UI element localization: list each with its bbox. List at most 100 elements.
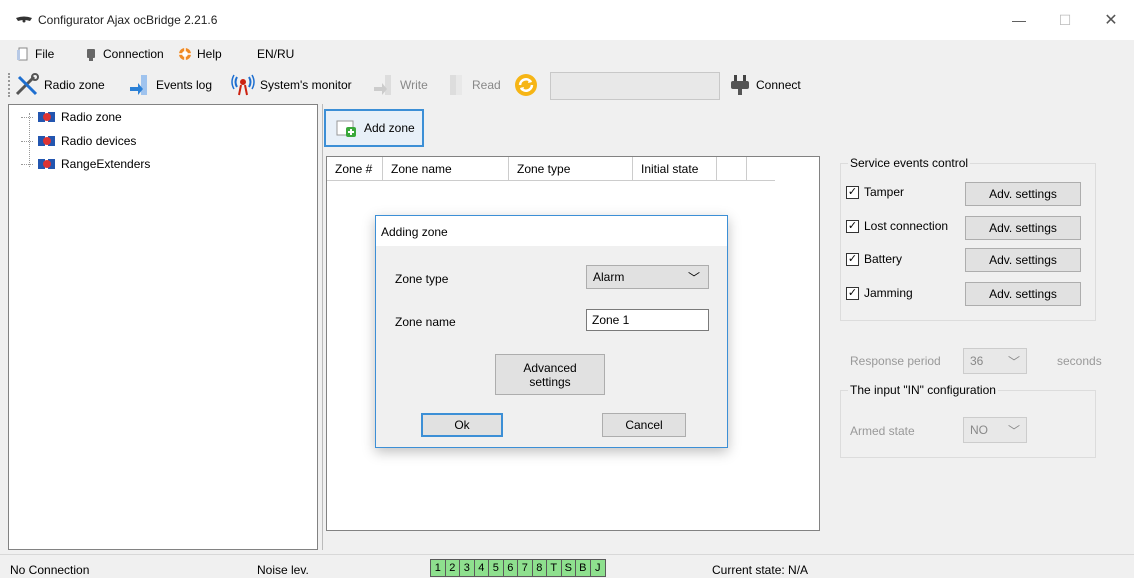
checkbox-label: Lost connection bbox=[864, 219, 949, 233]
channel-indicator: B bbox=[576, 560, 591, 576]
port-field[interactable] bbox=[550, 72, 720, 100]
lost-connection-adv-settings-button[interactable]: Adv. settings bbox=[965, 216, 1081, 240]
channel-indicator: 5 bbox=[489, 560, 504, 576]
current-state: Current state: N/A bbox=[712, 563, 809, 577]
menu-connection[interactable]: Connection bbox=[84, 44, 164, 64]
response-period-label: Response period bbox=[850, 354, 941, 368]
checkbox-checked-icon: ✓ bbox=[846, 185, 859, 199]
radio-zone-button[interactable]: Radio zone bbox=[14, 73, 105, 97]
lost-connection-checkbox[interactable]: ✓ Lost connection bbox=[846, 215, 948, 237]
window-title: Configurator Ajax ocBridge 2.21.6 bbox=[38, 13, 218, 27]
connection-status: No Connection bbox=[10, 563, 90, 577]
channel-indicator: 8 bbox=[533, 560, 547, 576]
response-period-value: 36 bbox=[970, 354, 984, 368]
channel-indicator: J bbox=[595, 562, 601, 574]
checkbox-label: Jamming bbox=[864, 286, 913, 300]
close-button[interactable]: ✕ bbox=[1088, 0, 1134, 40]
chevron-down-icon: ﹀ bbox=[1007, 423, 1020, 438]
toolbar: Radio zone Events log System's monitor W… bbox=[0, 67, 1134, 103]
navigation-tree: Radio zone Radio devices RangeExtenders bbox=[8, 104, 318, 550]
write-button[interactable]: Write bbox=[372, 73, 428, 97]
connect-label: Connect bbox=[756, 78, 801, 92]
menu-help[interactable]: Help bbox=[178, 44, 222, 64]
input-in-legend: The input "IN" configuration bbox=[848, 383, 998, 397]
channel-indicator: 3 bbox=[460, 560, 475, 576]
column-zone-number[interactable]: Zone # bbox=[327, 157, 383, 181]
adding-zone-dialog: Adding zone Zone type Alarm ﹀ Zone name … bbox=[375, 215, 728, 448]
toolbar-grip[interactable] bbox=[8, 73, 10, 97]
channel-indicator: T bbox=[547, 560, 562, 576]
advanced-settings-label-line1: Advanced bbox=[523, 360, 577, 375]
radio-zone-label: Radio zone bbox=[44, 78, 105, 92]
checkbox-label: Battery bbox=[864, 252, 903, 266]
zone-type-value: Alarm bbox=[593, 270, 625, 284]
tree-item-radio-zone[interactable]: Radio zone bbox=[21, 108, 122, 126]
refresh-button[interactable] bbox=[514, 73, 538, 97]
tree-item-range-extenders[interactable]: RangeExtenders bbox=[21, 155, 150, 173]
menu-file[interactable]: File bbox=[16, 44, 54, 64]
checkbox-checked-icon: ✓ bbox=[846, 252, 859, 266]
read-label: Read bbox=[472, 78, 501, 92]
advanced-settings-button[interactable]: Advanced settings bbox=[495, 354, 605, 395]
advanced-settings-label-line2: settings bbox=[529, 374, 571, 389]
connection-icon bbox=[87, 49, 95, 61]
app-logo-icon bbox=[16, 16, 32, 23]
channel-indicator: 7 bbox=[518, 560, 533, 576]
menu-language-label: EN/RU bbox=[257, 47, 295, 61]
ok-button[interactable]: Ok bbox=[421, 413, 503, 437]
noise-level-label: Noise lev. bbox=[257, 563, 309, 577]
refresh-icon bbox=[515, 74, 537, 96]
menu-language[interactable]: EN/RU bbox=[257, 44, 294, 64]
devices-icon bbox=[38, 159, 55, 169]
tamper-adv-settings-button[interactable]: Adv. settings bbox=[965, 182, 1081, 206]
devices-icon bbox=[38, 112, 55, 122]
battery-checkbox[interactable]: ✓ Battery bbox=[846, 248, 902, 270]
zone-name-label: Zone name bbox=[395, 315, 456, 329]
add-zone-label: Add zone bbox=[364, 121, 415, 135]
tree-item-label: Radio devices bbox=[61, 134, 137, 148]
menu-file-label: File bbox=[35, 47, 55, 61]
title-bar: Configurator Ajax ocBridge 2.21.6 — ☐ ✕ bbox=[0, 0, 1134, 40]
column-zone-name[interactable]: Zone name bbox=[383, 157, 509, 181]
column-initial-state[interactable]: Initial state bbox=[633, 157, 717, 181]
status-bar: No Connection Noise lev. 1 2 3 4 5 6 7 8… bbox=[0, 554, 1134, 578]
events-log-label: Events log bbox=[156, 78, 213, 92]
maximize-button[interactable]: ☐ bbox=[1042, 0, 1088, 40]
battery-adv-settings-button[interactable]: Adv. settings bbox=[965, 248, 1081, 272]
tools-icon bbox=[15, 73, 39, 96]
armed-state-select[interactable]: NO ﹀ bbox=[963, 417, 1027, 443]
events-log-button[interactable]: Events log bbox=[128, 73, 212, 97]
tree-item-radio-devices[interactable]: Radio devices bbox=[21, 132, 136, 150]
response-period-select[interactable]: 36 ﹀ bbox=[963, 348, 1027, 374]
help-icon bbox=[179, 48, 191, 60]
zone-type-select[interactable]: Alarm ﹀ bbox=[586, 265, 709, 289]
add-icon bbox=[336, 120, 356, 137]
menu-connection-label: Connection bbox=[103, 47, 164, 61]
read-icon bbox=[450, 75, 462, 95]
channel-indicator: 6 bbox=[504, 560, 518, 576]
column-zone-type[interactable]: Zone type bbox=[509, 157, 633, 181]
events-log-icon bbox=[130, 75, 147, 95]
checkbox-checked-icon: ✓ bbox=[846, 219, 859, 233]
plug-icon bbox=[731, 75, 749, 95]
zone-name-input[interactable]: Zone 1 bbox=[586, 309, 709, 331]
column-extra[interactable] bbox=[717, 157, 747, 181]
menu-help-label: Help bbox=[197, 47, 222, 61]
jamming-adv-settings-button[interactable]: Adv. settings bbox=[965, 282, 1081, 306]
connect-button[interactable]: Connect bbox=[728, 73, 801, 97]
tree-item-label: RangeExtenders bbox=[61, 157, 151, 171]
minimize-button[interactable]: — bbox=[996, 0, 1042, 40]
system-monitor-button[interactable]: System's monitor bbox=[230, 73, 352, 97]
channel-indicator: S bbox=[562, 560, 576, 576]
zone-type-label: Zone type bbox=[395, 272, 449, 286]
cancel-button[interactable]: Cancel bbox=[602, 413, 686, 437]
write-label: Write bbox=[400, 78, 428, 92]
tamper-checkbox[interactable]: ✓ Tamper bbox=[846, 181, 904, 203]
read-button[interactable]: Read bbox=[446, 73, 501, 97]
channel-indicator: 1 bbox=[431, 560, 446, 576]
add-zone-button[interactable]: Add zone bbox=[324, 109, 424, 147]
dialog-title-bar[interactable]: Adding zone bbox=[376, 216, 727, 246]
channel-indicator: 4 bbox=[475, 560, 489, 576]
jamming-checkbox[interactable]: ✓ Jamming bbox=[846, 282, 913, 304]
armed-state-value: NO bbox=[970, 423, 988, 437]
